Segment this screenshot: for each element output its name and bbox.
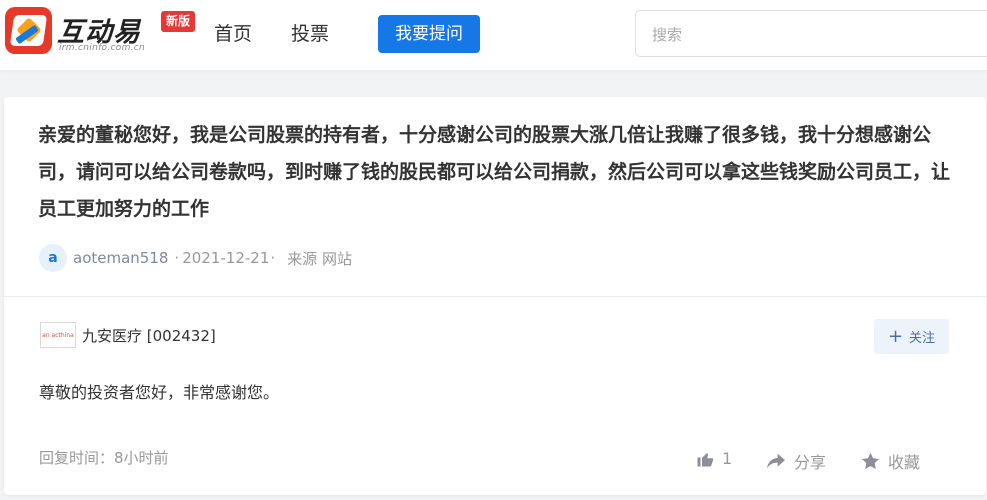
favorite-label: 收藏 [888,453,921,472]
question-source: 来源 网站 [287,249,352,268]
logo-icon [5,7,52,54]
follow-label: 关注 [909,331,936,346]
company-info[interactable]: an acthina 九安医疗 [002432] [40,321,216,349]
question-author[interactable]: aoteman518 [73,249,168,267]
company-logo-text: an acthina [42,331,74,339]
search-box[interactable] [635,10,987,57]
question-meta: a aoteman518 · 2021-12-21 · 来源 网站 [39,242,352,274]
thumbs-up-icon [697,452,714,466]
nav-home[interactable]: 首页 [214,20,252,48]
follow-button[interactable]: + 关注 [874,319,949,354]
like-count: 1 [722,449,733,468]
ask-question-button[interactable]: 我要提问 [378,15,480,53]
user-avatar[interactable]: a [39,244,67,272]
qa-card: 亲爱的董秘您好，我是公司股票的持有者，十分感谢公司的股票大涨几倍让我赚了很多钱，… [4,97,986,495]
question-date: 2021-12-21 [182,249,270,267]
favorite-button[interactable]: 收藏 [861,449,920,473]
divider [4,296,986,297]
top-header: 互动易 新版 irm.cninfo.com.cn 首页 投票 我要提问 [0,0,987,70]
share-button[interactable]: 分享 [766,449,826,473]
share-label: 分享 [794,453,827,472]
search-input[interactable] [652,23,972,47]
logo-url: irm.cninfo.com.cn [59,43,146,53]
nav-vote[interactable]: 投票 [291,20,329,48]
plus-icon: + [887,325,904,347]
site-logo[interactable]: 互动易 新版 irm.cninfo.com.cn [5,7,195,59]
share-icon [767,453,785,469]
company-logo: an acthina [40,322,76,348]
meta-separator: · [270,249,276,267]
new-version-badge: 新版 [161,11,195,32]
answer-text: 尊敬的投资者您好，非常感谢您。 [39,383,280,402]
star-icon [861,452,880,470]
question-text[interactable]: 亲爱的董秘您好，我是公司股票的持有者，十分感谢公司的股票大涨几倍让我赚了很多钱，… [38,117,958,228]
reply-time: 回复时间：8小时前 [39,449,169,467]
company-name[interactable]: 九安医疗 [002432] [82,325,216,346]
like-button[interactable]: 1 [696,449,732,468]
meta-separator: · [174,249,180,267]
